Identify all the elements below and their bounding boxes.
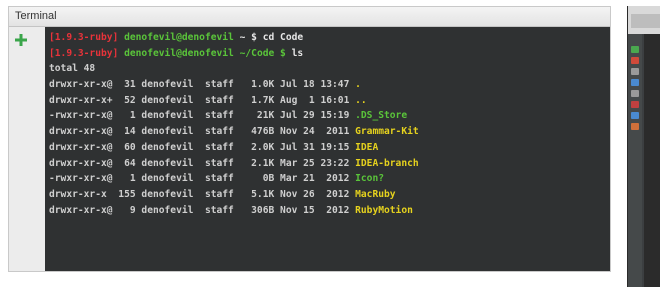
terminal-line: -rwxr-xr-x@ 1 denofevil staff 21K Jul 29… — [49, 108, 419, 124]
terminal-text-segment: drwxr-xr-x@ 64 denofevil staff 2.1K Mar … — [49, 157, 356, 169]
terminal-line: [1.9.3-ruby] denofevil@denofevil ~ $ cd … — [49, 30, 419, 46]
ide-tool-sidebar — [628, 34, 642, 287]
ide-tool-icon[interactable] — [631, 90, 639, 97]
terminal-text-segment: ls — [291, 47, 304, 59]
terminal-text-segment: drwxr-xr-x+ 52 denofevil staff 1.7K Aug … — [49, 94, 356, 106]
ide-tool-icon[interactable] — [631, 112, 639, 119]
terminal-toolbar — [9, 27, 46, 271]
ide-toolbar-strip — [631, 14, 660, 28]
terminal-screen[interactable]: [1.9.3-ruby] denofevil@denofevil ~ $ cd … — [45, 27, 610, 271]
terminal-text-segment: total 48 — [49, 63, 96, 75]
terminal-text-segment: ~ $ — [233, 32, 263, 43]
terminal-text-segment: cd Code — [262, 32, 304, 43]
terminal-line: drwxr-xr-x+ 52 denofevil staff 1.7K Aug … — [49, 93, 419, 109]
terminal-text-segment: MacRuby — [355, 188, 396, 200]
terminal-panel: Terminal [1.9.3-ruby] denofevil@denofevi… — [8, 6, 611, 272]
terminal-text-segment: drwxr-xr-x@ 60 denofevil staff 2.0K Jul … — [49, 141, 356, 153]
ide-tool-icon[interactable] — [631, 123, 639, 130]
ide-window-partial — [627, 6, 660, 287]
terminal-line: drwxr-xr-x@ 31 denofevil staff 1.0K Jul … — [49, 77, 419, 93]
terminal-text-segment: Grammar-Kit — [355, 126, 419, 138]
terminal-line: drwxr-xr-x@ 14 denofevil staff 476B Nov … — [49, 124, 419, 140]
panel-title: Terminal — [15, 10, 57, 22]
terminal-text-segment: [1.9.3-ruby] — [49, 32, 125, 43]
ide-tool-icon[interactable] — [631, 46, 639, 53]
terminal-text-segment: .DS_Store — [355, 110, 408, 122]
terminal-text-segment: [1.9.3-ruby] — [49, 47, 125, 59]
ide-tool-icon[interactable] — [631, 101, 639, 108]
panel-header: Terminal — [9, 7, 610, 27]
ide-tool-icon[interactable] — [631, 57, 639, 64]
ide-tool-icon[interactable] — [631, 79, 639, 86]
terminal-text-segment: -rwxr-xr-x@ 1 denofevil staff 0B Mar 21 … — [49, 173, 356, 185]
terminal-text-segment: drwxr-xr-x@ 9 denofevil staff 306B Nov 1… — [49, 204, 356, 216]
plus-icon[interactable] — [13, 32, 29, 48]
terminal-line: drwxr-xr-x 155 denofevil staff 5.1K Nov … — [49, 187, 419, 203]
terminal-line: drwxr-xr-x@ 64 denofevil staff 2.1K Mar … — [49, 156, 419, 172]
terminal-text-segment: . — [355, 79, 361, 91]
terminal-text-segment: Icon? — [355, 173, 385, 185]
terminal-line: [1.9.3-ruby] denofevil@denofevil ~/Code … — [49, 46, 419, 62]
terminal-text-segment: drwxr-xr-x@ 14 denofevil staff 476B Nov … — [49, 126, 356, 138]
ide-editor — [644, 34, 660, 287]
terminal-line: drwxr-xr-x@ 60 denofevil staff 2.0K Jul … — [49, 140, 419, 156]
terminal-text-segment: .. — [355, 94, 367, 106]
terminal-text-segment: denofevil@denofevil — [124, 47, 234, 59]
terminal-text-segment: denofevil@denofevil — [124, 32, 234, 43]
terminal-line: total 48 — [49, 61, 419, 77]
terminal-text-segment: IDEA-branch — [355, 157, 419, 169]
terminal-line: drwxr-xr-x@ 9 denofevil staff 306B Nov 1… — [49, 203, 419, 219]
terminal-line: -rwxr-xr-x@ 1 denofevil staff 0B Mar 21 … — [49, 171, 419, 187]
ide-tool-icon[interactable] — [631, 68, 639, 75]
terminal-text-segment: ~/Code $ — [233, 47, 292, 59]
terminal-text-segment: RubyMotion — [355, 204, 413, 216]
terminal-output: [1.9.3-ruby] denofevil@denofevil ~ $ cd … — [49, 30, 419, 218]
ide-toolbar — [628, 6, 660, 34]
terminal-text-segment: -rwxr-xr-x@ 1 denofevil staff 21K Jul 29… — [49, 110, 356, 122]
terminal-text-segment: drwxr-xr-x@ 31 denofevil staff 1.0K Jul … — [49, 79, 356, 91]
terminal-text-segment: drwxr-xr-x 155 denofevil staff 5.1K Nov … — [49, 188, 356, 200]
terminal-text-segment: IDEA — [355, 141, 379, 153]
